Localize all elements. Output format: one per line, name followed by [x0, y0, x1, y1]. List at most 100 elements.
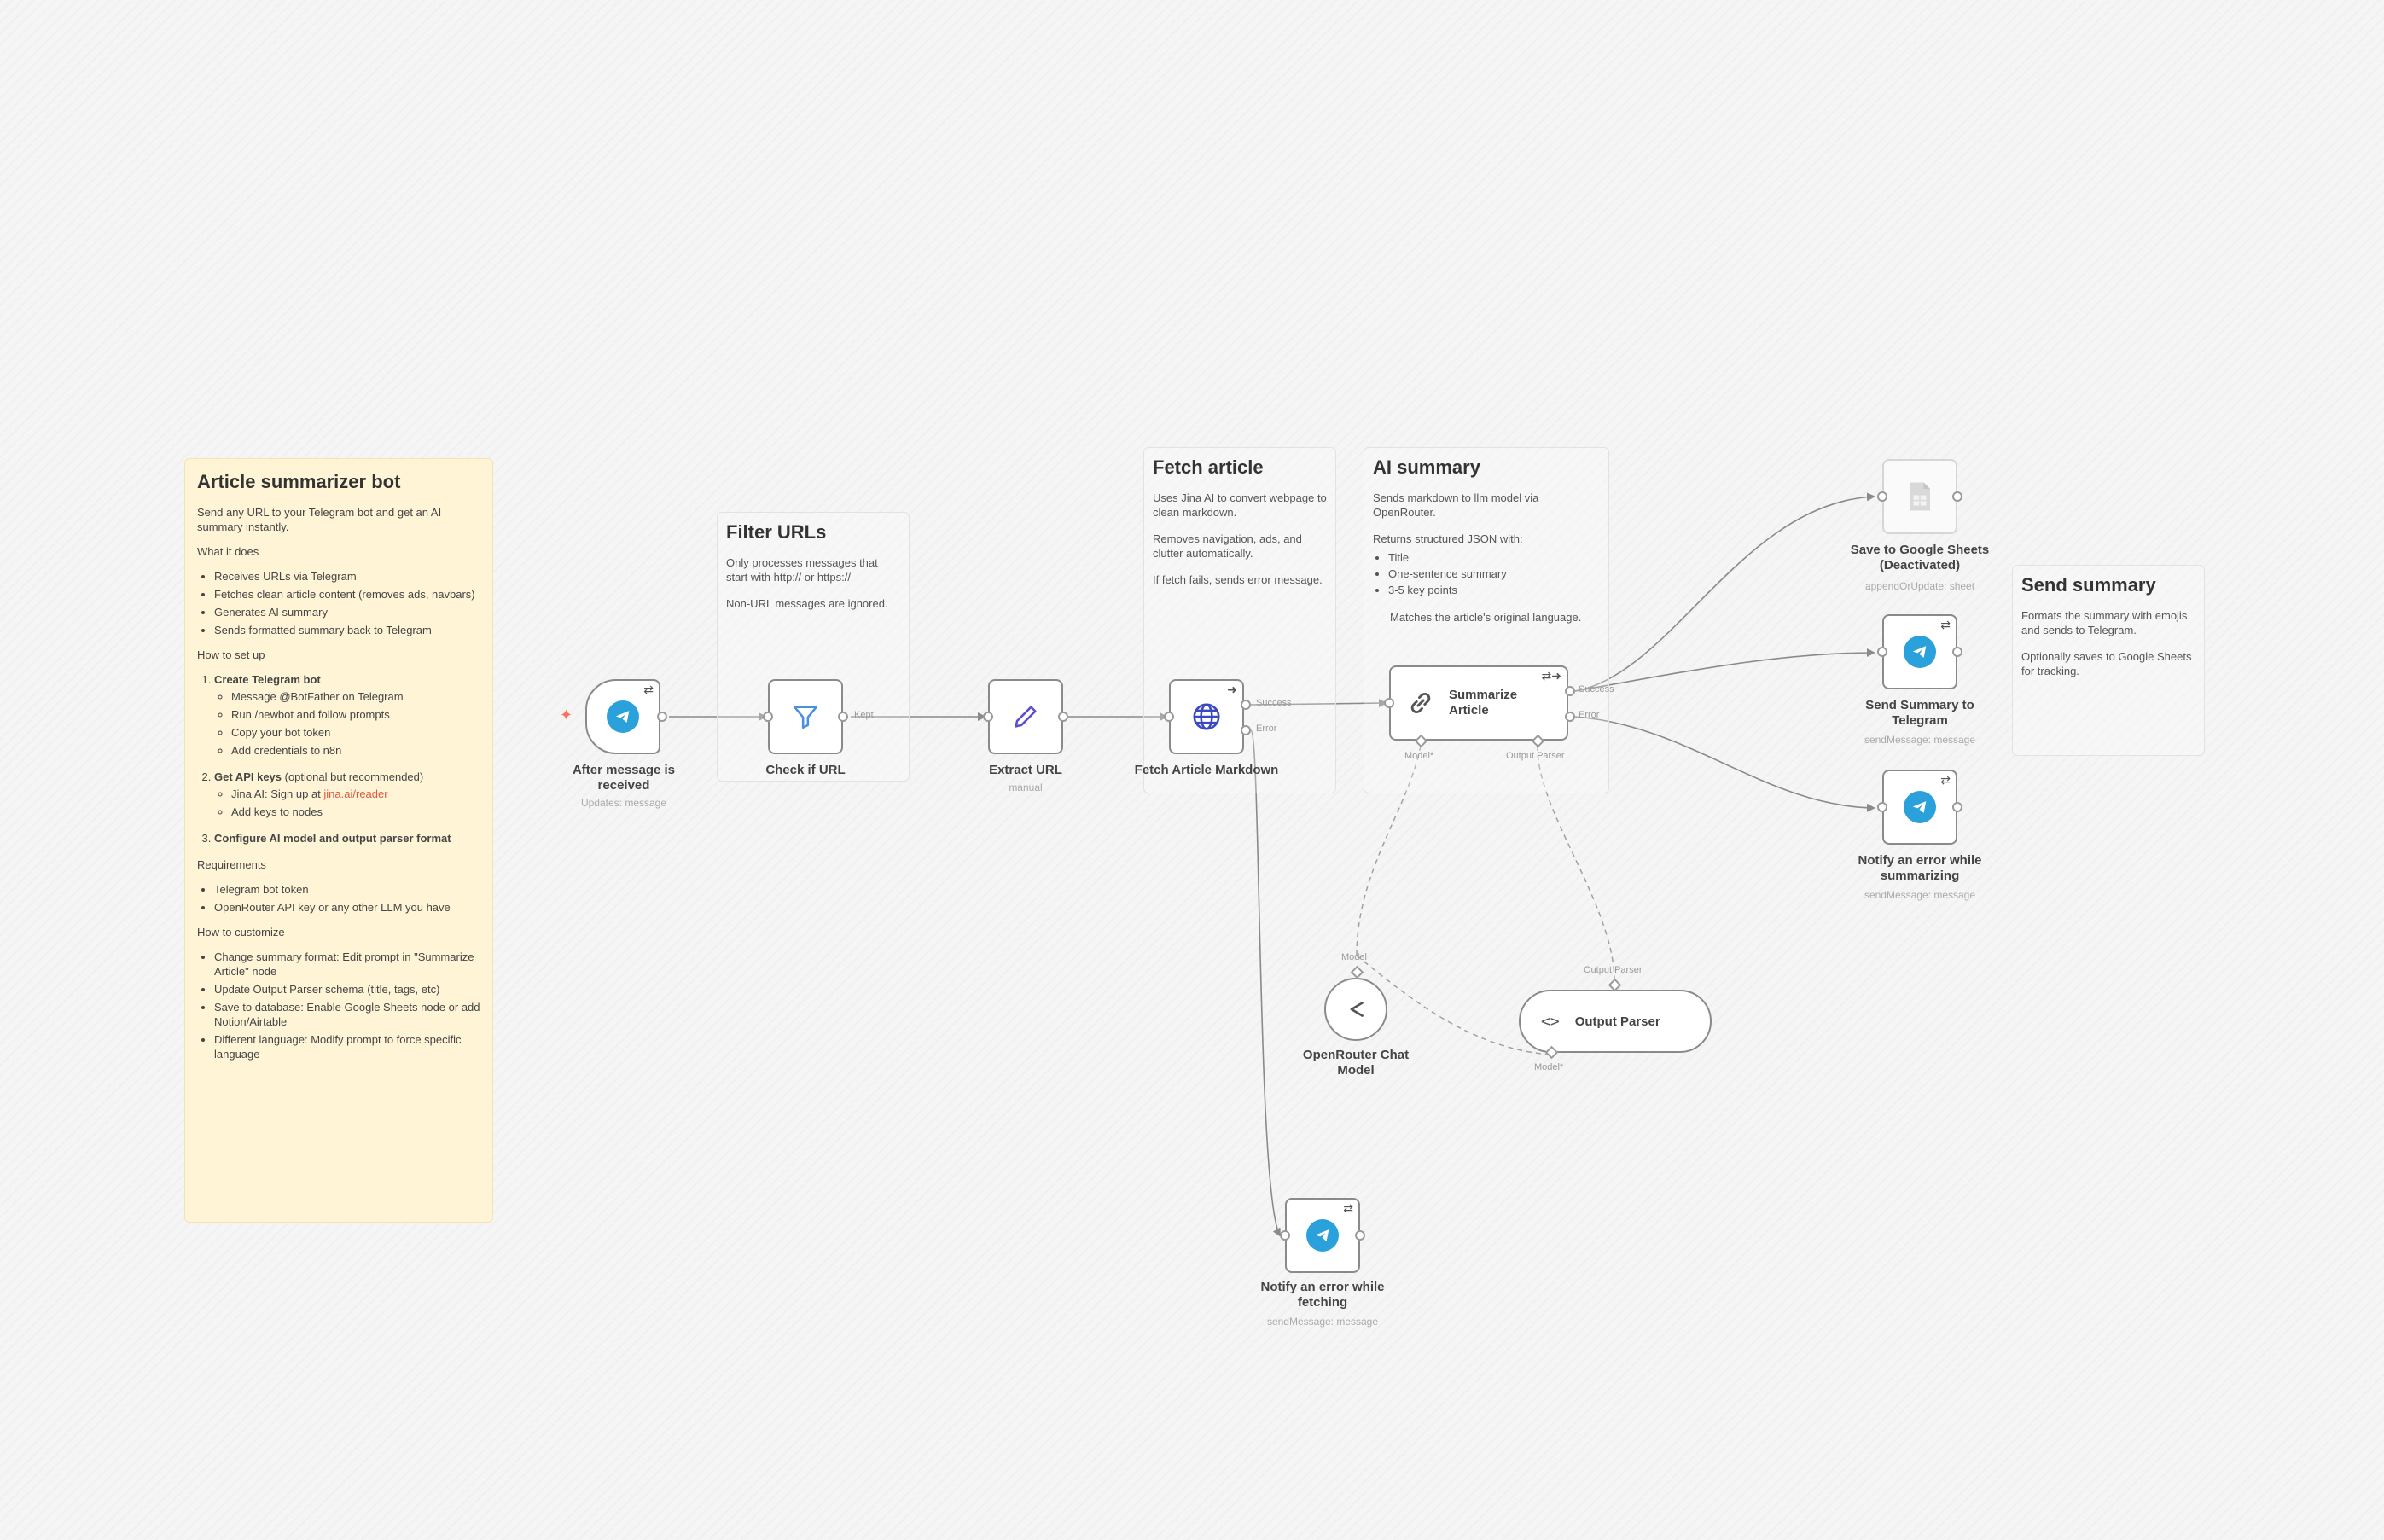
node-label: Output Parser: [1574, 1014, 1660, 1029]
node-fetch-article-markdown[interactable]: ➜: [1169, 679, 1244, 754]
jina-link[interactable]: jina.ai/reader: [323, 787, 387, 800]
refresh-icon: ⇄: [1940, 618, 1951, 631]
setup-heading: How to set up: [197, 648, 265, 661]
step-suffix: (optional but recommended): [282, 770, 424, 783]
sticky-note-ai-summary[interactable]: AI summary Sends markdown to llm model v…: [1364, 447, 1609, 793]
edge-fetch-notify[interactable]: [1250, 729, 1281, 1237]
sticky-note-article-summarizer[interactable]: Article summarizer bot Send any URL to y…: [184, 458, 493, 1223]
output-port[interactable]: [657, 712, 667, 722]
list-item: Run /newbot and follow prompts: [231, 707, 480, 722]
node-label: Save to Google Sheets (Deactivated): [1850, 543, 1990, 572]
list-item: One-sentence summary: [1388, 566, 1600, 582]
node-notify-error-summarizing[interactable]: ⇄: [1882, 770, 1957, 845]
input-port[interactable]: [1877, 647, 1887, 657]
custom-heading: How to customize: [197, 926, 285, 939]
input-port[interactable]: [1280, 1230, 1290, 1241]
output-port[interactable]: [1952, 491, 1962, 502]
arrow-right-icon: ➜: [1227, 683, 1237, 696]
list-item: 3-5 key points: [1388, 582, 1600, 598]
node-label: Fetch Article Markdown: [1134, 763, 1279, 777]
input-port[interactable]: [983, 712, 993, 722]
node-save-google-sheets[interactable]: [1882, 459, 1957, 534]
list-item: OpenRouter API key or any other LLM you …: [214, 900, 480, 915]
step-substeps: Jina AI: Sign up at jina.ai/reader Add k…: [214, 787, 480, 819]
node-extract-url[interactable]: [988, 679, 1063, 754]
output-port-error[interactable]: [1565, 712, 1575, 722]
node-label: OpenRouter Chat Model: [1302, 1048, 1410, 1078]
sticky-title: Filter URLs: [726, 521, 827, 543]
node-check-if-url[interactable]: [768, 679, 843, 754]
globe-icon: [1193, 703, 1220, 730]
telegram-icon: [607, 700, 639, 733]
node-label: Check if URL: [765, 763, 846, 777]
trigger-bolt-icon: ✦: [560, 706, 573, 724]
sticky-text: Uses Jina AI to convert webpage to clean…: [1153, 491, 1327, 519]
node-label: Notify an error while fetching: [1260, 1280, 1385, 1310]
port-label-error: Error: [1256, 724, 1277, 734]
node-summarize-article[interactable]: Summarize Article ⇄➜: [1389, 665, 1568, 741]
input-port[interactable]: [1877, 491, 1887, 502]
telegram-icon: [1904, 791, 1936, 823]
port-label-output-parser: Output Parser: [1506, 751, 1565, 761]
node-sublabel: manual: [1009, 782, 1043, 793]
node-output-parser[interactable]: <> Output Parser: [1519, 990, 1712, 1053]
list-item: Message @BotFather on Telegram: [231, 689, 480, 704]
output-port[interactable]: [838, 712, 848, 722]
item-text: Jina AI: Sign up at: [231, 787, 324, 800]
what-list: Receives URLs via Telegram Fetches clean…: [197, 569, 480, 637]
list-item: Add credentials to n8n: [231, 743, 480, 758]
output-port-success[interactable]: [1565, 686, 1575, 696]
sticky-text: Only processes messages that start with …: [726, 556, 878, 584]
port-label-kept: Kept: [854, 710, 874, 720]
output-port[interactable]: [1952, 647, 1962, 657]
node-notify-error-fetching[interactable]: ⇄: [1285, 1198, 1360, 1273]
input-port[interactable]: [763, 712, 773, 722]
refresh-icon: ⇄: [1343, 1201, 1353, 1215]
sticky-text: Optionally saves to Google Sheets for tr…: [2021, 650, 2192, 677]
list-item: Receives URLs via Telegram: [214, 569, 480, 584]
sticky-text: If fetch fails, sends error message.: [1153, 573, 1323, 586]
port-label-model: Model*: [1534, 1062, 1564, 1072]
input-port[interactable]: [1164, 712, 1174, 722]
port-label-model: Model*: [1404, 751, 1434, 761]
node-send-summary-telegram[interactable]: ⇄: [1882, 614, 1957, 689]
edge-summarize-sheets[interactable]: [1574, 492, 1875, 692]
output-port-success[interactable]: [1241, 700, 1251, 710]
output-port[interactable]: [1355, 1230, 1365, 1241]
node-openrouter-chat-model[interactable]: [1324, 978, 1387, 1041]
list-item: Change summary format: Edit prompt in "S…: [214, 950, 480, 979]
sticky-text: Matches the article's original language.: [1390, 611, 1582, 624]
sticky-title: Article summarizer bot: [197, 471, 401, 492]
list-item: Save to database: Enable Google Sheets n…: [214, 1000, 480, 1029]
output-port[interactable]: [1952, 802, 1962, 812]
pencil-icon: [1015, 706, 1037, 728]
list-item: Copy your bot token: [231, 725, 480, 740]
output-port-error[interactable]: [1241, 725, 1251, 735]
chain-link-icon: [1410, 692, 1431, 714]
sticky-intro: Send any URL to your Telegram bot and ge…: [197, 506, 442, 533]
sticky-title: Send summary: [2021, 574, 2156, 596]
setup-steps: Create Telegram bot Message @BotFather o…: [197, 672, 480, 846]
list-item: Add keys to nodes: [231, 805, 480, 819]
input-port[interactable]: [1877, 802, 1887, 812]
refresh-icon: ⇄: [1940, 773, 1951, 787]
filter-icon: [793, 706, 818, 729]
node-label: Extract URL: [989, 763, 1062, 777]
setup-step: Configure AI model and output parser for…: [214, 831, 480, 846]
output-port[interactable]: [1058, 712, 1068, 722]
refresh-icon: ⇄➜: [1541, 669, 1561, 683]
port-label-model: Model: [1341, 952, 1367, 962]
openrouter-icon: [1350, 1002, 1364, 1017]
list-item: Fetches clean article content (removes a…: [214, 587, 480, 601]
sticky-note-send-summary[interactable]: Send summary Formats the summary with em…: [2012, 565, 2205, 756]
refresh-icon: ⇄: [643, 683, 654, 696]
code-brackets-icon: <>: [1541, 1012, 1560, 1031]
input-port[interactable]: [1384, 698, 1394, 708]
node-label: Send Summary to Telegram: [1865, 698, 1974, 728]
node-label: After message is received: [572, 763, 676, 793]
edge-summarize-notify[interactable]: [1574, 716, 1875, 812]
port-label-success: Success: [1256, 698, 1292, 708]
node-sublabel: sendMessage: message: [1266, 1316, 1379, 1328]
list-item: Title: [1388, 549, 1600, 566]
node-after-message-received[interactable]: ⇄: [585, 679, 660, 754]
